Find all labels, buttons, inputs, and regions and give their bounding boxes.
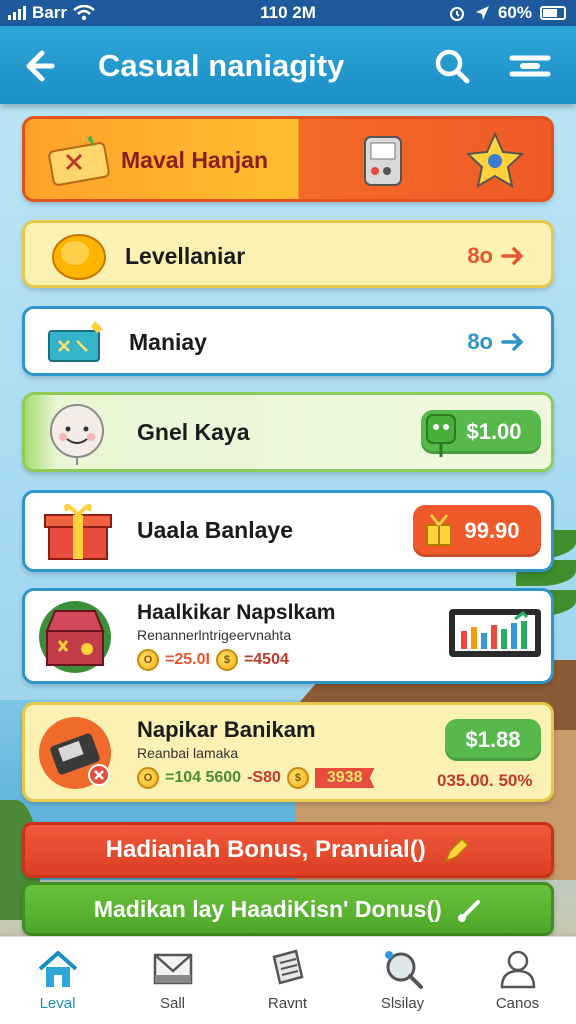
card-title: Haalkikar Napslkam — [137, 601, 336, 624]
gift-badge-icon — [426, 514, 452, 546]
card-value[interactable]: 8o — [467, 243, 525, 269]
back-arrow-icon[interactable] — [22, 44, 66, 88]
card-subtitle: Reanbai lamaka — [137, 745, 239, 761]
nav-label: Canos — [495, 995, 540, 1012]
level-card[interactable]: Levellaniar 8o — [22, 220, 554, 288]
nav-item-ravnt[interactable]: Ravnt — [230, 937, 345, 1024]
card-title: Uaala Banlaye — [137, 517, 293, 543]
mail-icon — [153, 953, 193, 985]
nav-label: Leval — [39, 995, 76, 1012]
page-title: Casual naniagity — [98, 48, 345, 83]
pencil-icon — [445, 837, 470, 863]
coin-icon: O — [137, 649, 159, 671]
card-subtitle: Renannerlntrigeervnahta — [137, 627, 292, 643]
document-stack-icon — [272, 949, 304, 985]
card-title: Napikar Banikam — [137, 717, 316, 742]
price-button[interactable]: $1.88 — [445, 719, 541, 761]
nav-label: Sall — [159, 995, 185, 1012]
magnifier-globe-icon — [385, 951, 423, 989]
bonus-primary-label: Hadianiah Bonus, Pranuial() — [105, 836, 426, 863]
location-icon — [475, 6, 489, 20]
chart-screen-icon — [449, 609, 541, 657]
arrow-right-icon — [501, 333, 523, 351]
nav-item-slsilay[interactable]: Slsilay — [345, 937, 460, 1024]
treasure-chest-icon — [39, 601, 111, 673]
discount-tag: 3938 — [314, 768, 375, 788]
money-card[interactable]: Maniay 8o — [22, 306, 554, 376]
coin-icon: $ — [215, 649, 238, 671]
nav-item-level[interactable]: Leval — [0, 937, 115, 1024]
coin-icon: O — [137, 767, 159, 789]
card-title: Levellaniar — [125, 243, 246, 269]
coin-stack-icon — [52, 234, 106, 280]
amount-label: 035.00. 50% — [437, 771, 533, 790]
alarm-icon — [449, 7, 464, 21]
bonus-primary-button[interactable]: Hadianiah Bonus, Pranuial() — [22, 822, 554, 878]
arrow-right-icon — [501, 247, 523, 265]
nav-label: Ravnt — [267, 995, 308, 1012]
offer-card-3[interactable]: Haalkikar Napslkam Renannerlntrigeervnah… — [22, 588, 554, 684]
wallet-icon — [39, 717, 111, 789]
nav-label: Slsilay — [380, 995, 425, 1012]
nav-item-sall[interactable]: Sall — [115, 937, 230, 1024]
check-icon — [458, 899, 481, 922]
battery-percent: 60% — [497, 3, 532, 22]
coin-row: O =25.0I $ =4504 — [137, 649, 289, 671]
nav-item-canos[interactable]: Canos — [460, 937, 575, 1024]
card-title: Maval Hanjan — [121, 147, 268, 173]
gift-box-icon — [44, 503, 112, 560]
coin-icon: $ — [286, 767, 309, 789]
star-icon — [465, 131, 525, 189]
card-title: Gnel Kaya — [137, 419, 250, 445]
filter-menu-icon[interactable] — [506, 46, 554, 86]
card-value[interactable]: 8o — [467, 329, 525, 355]
search-icon[interactable] — [432, 46, 472, 86]
offer-card-1[interactable]: Gnel Kaya $1.00 — [22, 392, 554, 472]
bonus-secondary-button[interactable]: Madikan lay HaadiKisn' Donus() — [22, 882, 554, 936]
battery-icon — [540, 6, 566, 20]
gift-monster-icon — [426, 414, 456, 457]
offer-card-4[interactable]: Napikar Banikam Reanbai lamaka O =104 56… — [22, 702, 554, 802]
avatar-icon — [50, 404, 104, 465]
ticket-icon — [48, 135, 110, 186]
featured-card[interactable]: Maval Hanjan — [22, 116, 554, 202]
coin-row: O =104 5600 -S80 $ 3938 — [137, 767, 375, 789]
user-icon — [500, 950, 536, 989]
device-icon — [364, 136, 402, 186]
home-icon — [38, 951, 78, 987]
offer-card-2[interactable]: Uaala Banlaye 99.90 — [22, 490, 554, 572]
app-header: Casual naniagity — [0, 26, 576, 104]
bonus-secondary-label: Madikan lay HaadiKisn' Donus() — [93, 896, 442, 922]
card-title: Maniay — [129, 329, 207, 355]
bottom-navigation: Leval Sall Ravnt Slsilay Canos — [0, 936, 576, 1024]
ticket-icon — [48, 321, 103, 362]
status-bar: Barr 110 2M 60% — [0, 0, 576, 26]
